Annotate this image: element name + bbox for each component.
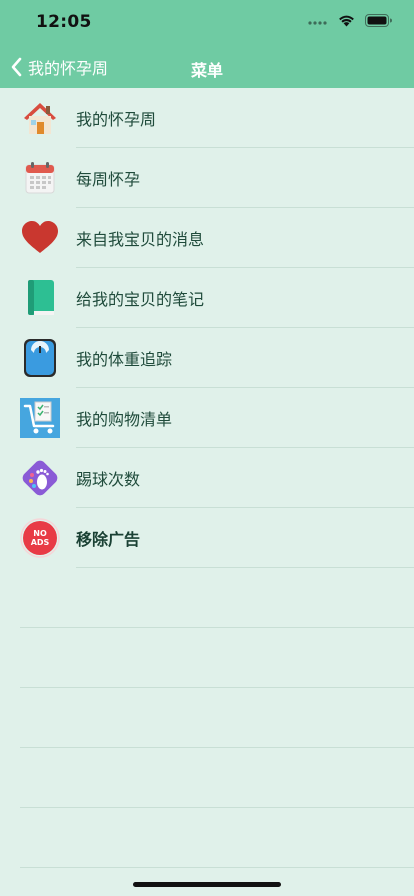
menu-item-label: 移除广告 [76,530,141,549]
heart-icon [20,218,60,258]
empty-row [0,568,414,628]
menu-item-notes-to-baby[interactable]: 给我的宝贝的笔记 [0,268,414,328]
empty-row [0,748,414,808]
shopping-cart-icon [20,398,60,438]
home-indicator[interactable] [133,882,281,887]
menu-item-label: 我的体重追踪 [76,350,173,369]
menu-item-kick-counter[interactable]: 踢球次数 [0,448,414,508]
battery-icon [365,14,392,27]
empty-row [0,808,414,868]
menu-item-my-pregnancy-week[interactable]: 我的怀孕周 [0,88,414,148]
house-icon [20,98,60,138]
header-bar: 12:05 我的怀孕周 菜单 [0,0,414,88]
menu-item-label: 给我的宝贝的笔记 [76,290,205,309]
notebook-icon [20,278,60,318]
page-title: 菜单 [190,61,223,80]
empty-row [0,628,414,688]
no-ads-icon-text: NO ADS [31,529,50,547]
menu-item-label: 我的怀孕周 [76,110,157,129]
menu-item-label: 我的购物清单 [76,410,173,429]
empty-rows [0,568,414,868]
cellular-signal-icon [308,20,327,25]
menu-item-weight-tracker[interactable]: 我的体重追踪 [0,328,414,388]
menu-list: 我的怀孕周 每周怀孕 来自我宝贝的消息 给我的宝贝的笔记 我的体重追踪 我的购物… [0,88,414,568]
empty-row [0,688,414,748]
status-icons [308,14,392,27]
menu-item-label: 踢球次数 [76,470,141,489]
menu-item-remove-ads[interactable]: NO ADS 移除广告 [0,508,414,568]
no-ads-icon: NO ADS [20,518,60,558]
status-time: 12:05 [36,12,92,32]
menu-item-shopping-list[interactable]: 我的购物清单 [0,388,414,448]
wifi-icon [339,15,354,27]
menu-item-label: 来自我宝贝的消息 [76,230,205,249]
menu-item-messages-from-baby[interactable]: 来自我宝贝的消息 [0,208,414,268]
calendar-icon [20,158,60,198]
menu-item-weekly-pregnancy[interactable]: 每周怀孕 [0,148,414,208]
scale-icon [20,338,60,378]
footprint-icon [20,458,60,498]
menu-item-label: 每周怀孕 [76,170,141,189]
